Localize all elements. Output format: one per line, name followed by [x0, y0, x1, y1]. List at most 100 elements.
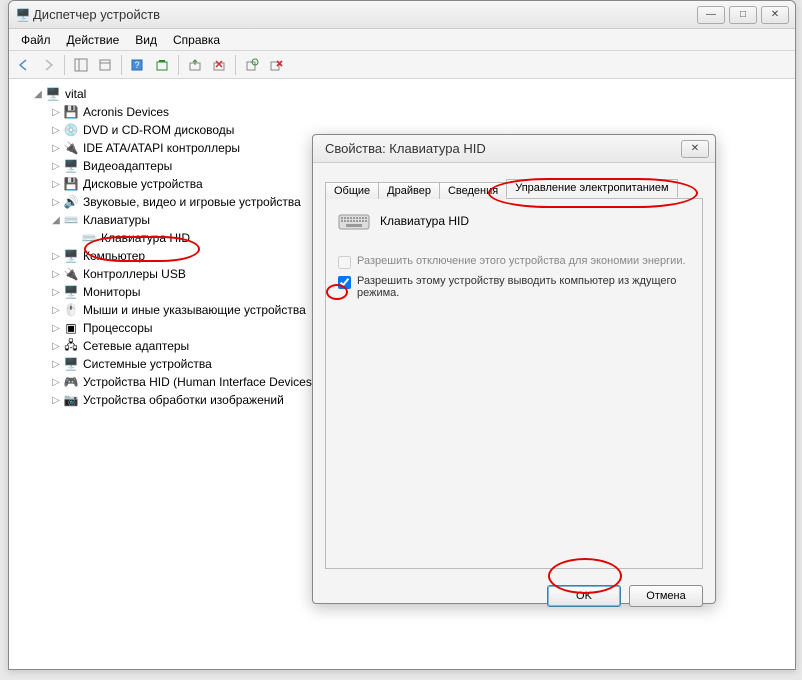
expand-icon[interactable]: ▷: [49, 107, 63, 118]
tree-item-label: Acronis Devices: [81, 105, 171, 119]
keyboard-large-icon: [338, 211, 370, 231]
properties-dialog: Свойства: Клавиатура HID ✕ Общие Драйвер…: [312, 134, 716, 604]
network-icon: 🖧: [63, 338, 79, 354]
device-header: Клавиатура HID: [338, 211, 690, 231]
computer-category-icon: 🖥️: [63, 248, 79, 264]
expand-icon[interactable]: ▷: [49, 395, 63, 406]
usb-icon: 🔌: [63, 266, 79, 282]
separator: [64, 55, 65, 75]
update-driver-button[interactable]: [184, 54, 206, 76]
expand-icon[interactable]: ▷: [49, 341, 63, 352]
main-titlebar: 🖥️ Диспетчер устройств — □ ✕: [9, 1, 795, 29]
monitor-icon: 🖥️: [63, 284, 79, 300]
keyboard-icon: ⌨️: [81, 230, 97, 246]
disable-button[interactable]: [265, 54, 287, 76]
collapse-icon[interactable]: ◢: [31, 89, 45, 100]
imaging-icon: 📷: [63, 392, 79, 408]
tree-item-label: Звуковые, видео и игровые устройства: [81, 195, 303, 209]
ide-icon: 🔌: [63, 140, 79, 156]
processor-icon: ▣: [63, 320, 79, 336]
allow-power-off-label: Разрешить отключение этого устройства дл…: [357, 255, 686, 267]
expand-icon[interactable]: ▷: [49, 305, 63, 316]
maximize-button[interactable]: □: [729, 6, 757, 24]
expand-icon[interactable]: ▷: [49, 125, 63, 136]
scan-changes-button[interactable]: [241, 54, 263, 76]
dialog-close-button[interactable]: ✕: [681, 140, 709, 158]
tab-driver[interactable]: Драйвер: [378, 182, 440, 199]
allow-wake-row: Разрешить этому устройству выводить комп…: [338, 275, 690, 299]
tree-item-label: Компьютер: [81, 249, 147, 263]
device-name-label: Клавиатура HID: [380, 214, 469, 228]
svg-text:?: ?: [134, 60, 139, 70]
tree-item-label: Мыши и иные указывающие устройства: [81, 303, 308, 317]
tree-item-label: Контроллеры USB: [81, 267, 188, 281]
expand-icon[interactable]: ▷: [49, 359, 63, 370]
show-hide-tree-button[interactable]: [70, 54, 92, 76]
expand-icon[interactable]: ▷: [49, 269, 63, 280]
tree-item-label: IDE ATA/ATAPI контроллеры: [81, 141, 242, 155]
tree-root[interactable]: ◢ 🖥️ vital: [13, 85, 791, 103]
separator: [235, 55, 236, 75]
audio-icon: 🔊: [63, 194, 79, 210]
tab-details[interactable]: Сведения: [439, 182, 507, 199]
dialog-button-row: OK Отмена: [313, 577, 715, 617]
tree-item-label: Устройства обработки изображений: [81, 393, 286, 407]
keyboard-category-icon: ⌨️: [63, 212, 79, 228]
tree-item-label: Дисковые устройства: [81, 177, 205, 191]
tree-item-label: Процессоры: [81, 321, 155, 335]
tree-root-label: vital: [63, 87, 88, 101]
properties-toolbar-button[interactable]: [94, 54, 116, 76]
optical-drive-icon: 💿: [63, 122, 79, 138]
uninstall-button[interactable]: [208, 54, 230, 76]
toolbar: ?: [9, 51, 795, 79]
dialog-titlebar: Свойства: Клавиатура HID ✕: [313, 135, 715, 163]
tab-general[interactable]: Общие: [325, 182, 379, 199]
ok-button[interactable]: OK: [547, 585, 621, 607]
menu-action[interactable]: Действие: [59, 31, 128, 49]
forward-button[interactable]: [37, 54, 59, 76]
tree-item-label: DVD и CD-ROM дисководы: [81, 123, 236, 137]
hid-icon: 🎮: [63, 374, 79, 390]
dialog-title: Свойства: Клавиатура HID: [319, 141, 677, 156]
tree-item-label: Мониторы: [81, 285, 142, 299]
expand-icon[interactable]: ▷: [49, 377, 63, 388]
help-toolbar-button[interactable]: ?: [127, 54, 149, 76]
expand-icon[interactable]: ▷: [49, 143, 63, 154]
expand-icon[interactable]: ▷: [49, 179, 63, 190]
allow-power-off-checkbox: [338, 256, 351, 269]
expand-icon[interactable]: ▷: [49, 251, 63, 262]
expand-icon[interactable]: ▷: [49, 323, 63, 334]
system-icon: 🖥️: [63, 356, 79, 372]
separator: [121, 55, 122, 75]
close-button[interactable]: ✕: [761, 6, 789, 24]
disk-icon: 💾: [63, 176, 79, 192]
tree-item-label: Клавиатура HID: [99, 231, 192, 245]
tab-power-management[interactable]: Управление электропитанием: [506, 179, 677, 198]
expand-icon[interactable]: ▷: [49, 161, 63, 172]
tree-item-label: Системные устройства: [81, 357, 214, 371]
cancel-button[interactable]: Отмена: [629, 585, 703, 607]
tree-item-label: Устройства HID (Human Interface Devices): [81, 375, 318, 389]
mouse-icon: 🖱️: [63, 302, 79, 318]
expand-icon[interactable]: ▷: [49, 287, 63, 298]
menu-file[interactable]: Файл: [13, 31, 59, 49]
menu-help[interactable]: Справка: [165, 31, 228, 49]
main-title: Диспетчер устройств: [33, 7, 693, 22]
computer-icon: 🖥️: [45, 86, 61, 102]
minimize-button[interactable]: —: [697, 6, 725, 24]
menu-view[interactable]: Вид: [127, 31, 165, 49]
tree-item[interactable]: ▷💾Acronis Devices: [13, 103, 791, 121]
tab-panel-power: Клавиатура HID Разрешить отключение этог…: [325, 199, 703, 569]
allow-wake-checkbox[interactable]: [338, 276, 351, 289]
back-button[interactable]: [13, 54, 35, 76]
tree-item-label: Видеоадаптеры: [81, 159, 174, 173]
expand-icon[interactable]: ▷: [49, 197, 63, 208]
tab-strip: Общие Драйвер Сведения Управление электр…: [325, 175, 703, 199]
collapse-icon[interactable]: ◢: [49, 215, 63, 226]
scan-hardware-button[interactable]: [151, 54, 173, 76]
tree-item-label: Клавиатуры: [81, 213, 152, 227]
tree-item-label: Сетевые адаптеры: [81, 339, 191, 353]
dialog-body: Общие Драйвер Сведения Управление электр…: [313, 163, 715, 577]
computer-icon: 🖥️: [15, 7, 31, 23]
device-icon: 💾: [63, 104, 79, 120]
